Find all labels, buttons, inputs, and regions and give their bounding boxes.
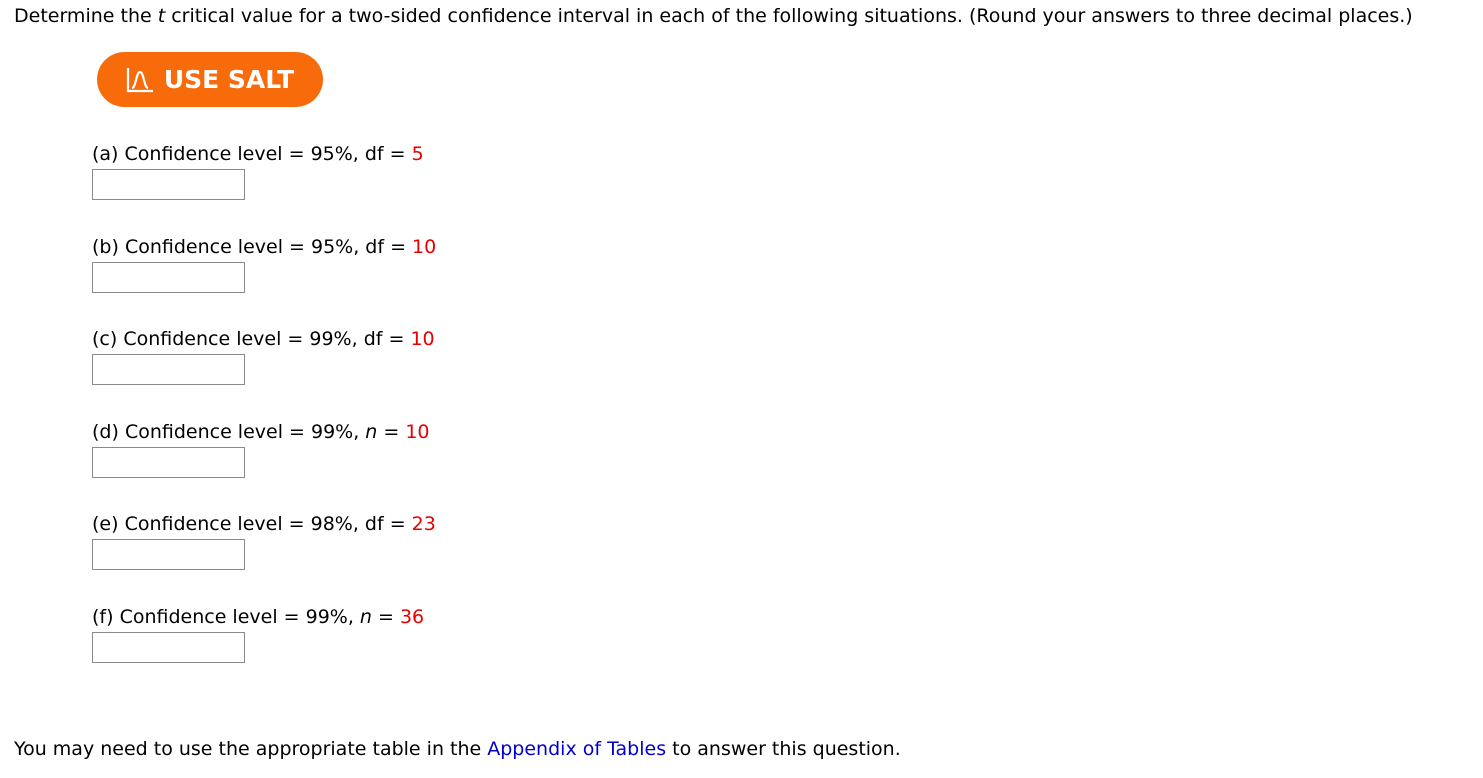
part-label: (a) Confidence level = 95%, df = 5 <box>92 143 424 165</box>
part-b: (b) Confidence level = 95%, df = 10 <box>92 236 436 293</box>
answer-input-a[interactable] <box>92 169 245 200</box>
given-value: 5 <box>411 143 424 165</box>
prompt-text-rest: critical value for a two-sided confidenc… <box>165 5 1413 27</box>
question-prompt: Determine the t critical value for a two… <box>14 5 1413 27</box>
part-label: (f) Confidence level = 99%, n = 36 <box>92 606 425 628</box>
part-label: (d) Confidence level = 99%, n = 10 <box>92 421 430 443</box>
part-a: (a) Confidence level = 95%, df = 5 <box>92 143 424 200</box>
salt-distribution-icon <box>126 67 153 92</box>
part-label: (c) Confidence level = 99%, df = 10 <box>92 328 435 350</box>
footer-note: You may need to use the appropriate tabl… <box>14 738 901 760</box>
use-salt-label: USE SALT <box>163 65 295 94</box>
answer-input-f[interactable] <box>92 632 245 663</box>
use-salt-button[interactable]: USE SALT <box>97 52 323 107</box>
given-value: 23 <box>411 513 436 535</box>
prompt-text: Determine the <box>14 5 158 27</box>
answer-input-b[interactable] <box>92 262 245 293</box>
part-c: (c) Confidence level = 99%, df = 10 <box>92 328 435 385</box>
given-value: 10 <box>405 421 430 443</box>
part-label: (b) Confidence level = 95%, df = 10 <box>92 236 437 258</box>
given-value: 36 <box>399 606 425 628</box>
given-value: 10 <box>410 328 435 350</box>
part-d: (d) Confidence level = 99%, n = 10 <box>92 421 430 478</box>
part-e: (e) Confidence level = 98%, df = 23 <box>92 513 436 570</box>
part-f: (f) Confidence level = 99%, n = 36 <box>92 606 424 663</box>
appendix-of-tables-link[interactable]: Appendix of Tables <box>487 738 666 760</box>
answer-input-c[interactable] <box>92 354 245 385</box>
given-value: 10 <box>412 236 437 258</box>
answer-input-d[interactable] <box>92 447 245 478</box>
answer-input-e[interactable] <box>92 539 245 570</box>
part-label: (e) Confidence level = 98%, df = 23 <box>92 513 436 535</box>
